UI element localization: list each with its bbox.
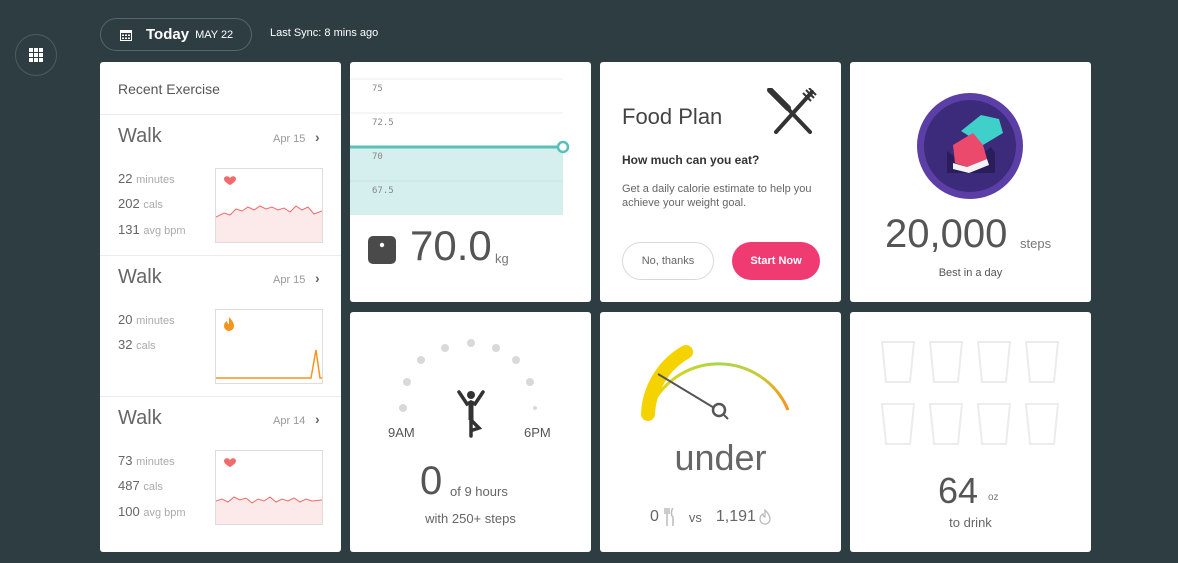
gauge-pivot — [711, 402, 727, 418]
exercise-cals: 487 cals — [118, 478, 163, 493]
flame-icon — [224, 317, 234, 331]
fork-knife-icon — [664, 508, 674, 526]
exercise-name: Walk — [118, 125, 162, 147]
weight-unit: kg — [495, 251, 509, 266]
exercise-date: Apr 15 — [273, 274, 306, 286]
person-icon — [457, 390, 485, 438]
sneaker-badge-icon — [917, 93, 1023, 199]
end-time-label: 6PM — [524, 425, 551, 440]
tick-label: 75 — [372, 84, 383, 94]
fork-knife-icon — [767, 88, 817, 134]
steps-value: 20,000 — [885, 212, 1008, 256]
water-card[interactable]: 64 oz to drink — [850, 312, 1091, 552]
exercise-bpm: 131 avg bpm — [118, 222, 186, 237]
calories-burned: 1,191 — [715, 508, 756, 525]
calories-eaten: 0 — [650, 508, 659, 525]
weight-card[interactable]: 75 72.5 70 67.5 70.0 kg — [350, 62, 591, 302]
water-glasses — [880, 341, 1060, 445]
apps-menu-button[interactable] — [15, 34, 57, 76]
calorie-gauge — [641, 345, 790, 421]
exercise-item[interactable]: Walk Apr 14 › 73 minutes 487 cals 100 av… — [100, 396, 341, 537]
scale-icon — [368, 236, 396, 264]
card-title: Recent Exercise — [118, 81, 220, 97]
exercise-minutes: 73 minutes — [118, 453, 175, 468]
exercise-item[interactable]: Walk Apr 15 › 20 minutes 32 cals — [100, 255, 341, 396]
tick-label: 72.5 — [372, 118, 394, 128]
hourly-activity-card[interactable]: 9AM 6PM 0 of 9 hours with 250+ steps — [350, 312, 591, 552]
versus-label: vs — [688, 509, 702, 525]
food-plan-question: How much can you eat? — [622, 153, 760, 167]
weight-value: 70.0 — [410, 222, 492, 269]
heart-icon — [224, 458, 236, 467]
date-picker-button[interactable]: Today MAY 22 — [100, 18, 252, 51]
today-label: Today — [146, 26, 190, 43]
chevron-right-icon: › — [315, 411, 320, 427]
flame-icon — [759, 509, 771, 525]
exercise-name: Walk — [118, 266, 162, 288]
hours-value: 0 — [420, 459, 443, 503]
water-value: 64 — [938, 470, 979, 511]
water-label: to drink — [949, 515, 992, 530]
exercise-date: Apr 15 — [273, 133, 306, 145]
start-now-button[interactable]: Start Now — [732, 242, 820, 280]
exercise-date: Apr 14 — [273, 415, 306, 427]
weight-chart — [350, 78, 570, 215]
grid-icon — [29, 48, 43, 62]
weight-point — [556, 140, 570, 154]
start-time-label: 9AM — [388, 425, 415, 440]
heart-rate-sparkline — [215, 168, 323, 243]
heart-rate-sparkline — [215, 450, 323, 525]
exercise-cals: 202 cals — [118, 196, 163, 211]
exercise-minutes: 22 minutes — [118, 171, 175, 186]
tick-label: 70 — [372, 152, 383, 162]
food-plan-description: Get a daily calorie estimate to help you… — [622, 183, 812, 209]
steps-unit: steps — [1020, 236, 1052, 251]
calories-sparkline — [215, 309, 323, 384]
hours-subtitle: with 250+ steps — [425, 511, 516, 526]
food-plan-card: Food Plan How much can you eat? Get a da… — [600, 62, 841, 302]
chevron-right-icon: › — [315, 129, 320, 145]
steps-label: Best in a day — [938, 267, 1003, 279]
exercise-item[interactable]: Walk Apr 15 › 22 minutes 202 cals 131 av… — [100, 114, 341, 255]
recent-exercise-card: Recent Exercise Walk Apr 15 › 22 minutes… — [100, 62, 341, 552]
exercise-bpm: 100 avg bpm — [118, 504, 186, 519]
calendar-icon — [120, 29, 132, 41]
tick-label: 67.5 — [372, 186, 394, 196]
no-thanks-button[interactable]: No, thanks — [622, 242, 714, 280]
today-date: MAY 22 — [195, 28, 234, 41]
last-sync-status: Last Sync: 8 mins ago — [270, 27, 379, 39]
calorie-summary: 0 vs 1,191 — [650, 508, 771, 526]
exercise-minutes: 20 minutes — [118, 312, 175, 327]
steps-badge-card[interactable]: 20,000 steps Best in a day — [850, 62, 1091, 302]
exercise-cals: 32 cals — [118, 337, 156, 352]
calorie-status: under — [674, 437, 767, 478]
water-unit: oz — [988, 492, 999, 503]
card-title: Food Plan — [622, 104, 723, 129]
calories-card[interactable]: under 0 vs 1,191 — [600, 312, 841, 552]
hours-of: of 9 hours — [450, 484, 508, 499]
exercise-name: Walk — [118, 407, 162, 429]
chevron-right-icon: › — [315, 270, 320, 286]
heart-icon — [224, 176, 236, 185]
